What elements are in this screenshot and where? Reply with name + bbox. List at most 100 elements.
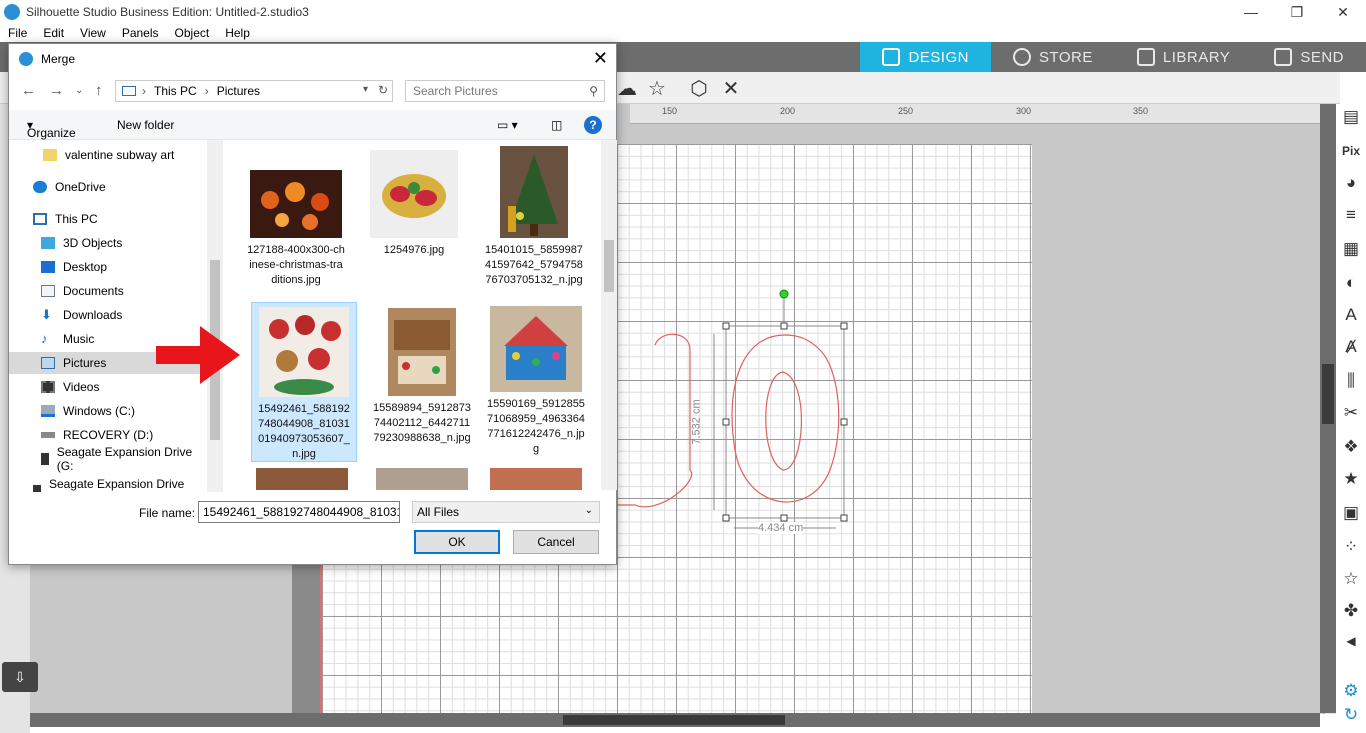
download-icon: ⬇: [41, 307, 52, 322]
chevron-down-icon: ⌄: [584, 505, 593, 516]
cube-icon: [41, 237, 55, 249]
address-row: ← → ⌄ ↑ › This PC › Pictures ▾ ↻ Search …: [9, 76, 616, 106]
file-item[interactable]: [369, 468, 475, 490]
search-input[interactable]: Search Pictures ⚲: [405, 80, 605, 102]
library-panel-toggle[interactable]: ⇩: [2, 662, 38, 692]
file-type-select[interactable]: All Files ⌄: [412, 501, 600, 523]
favorite-star-icon[interactable]: ★: [1340, 468, 1362, 490]
cancel-button[interactable]: Cancel: [513, 530, 599, 554]
computer-icon: [122, 86, 136, 96]
trace-icon[interactable]: ▣: [1340, 502, 1362, 524]
drive-icon: [41, 405, 55, 417]
thumbnail-lanterns: [250, 170, 342, 238]
page-setup-icon[interactable]: ▤: [1340, 106, 1362, 128]
up-arrow-icon[interactable]: ↑: [95, 82, 103, 99]
nav-item-desktop[interactable]: Desktop: [9, 256, 207, 278]
right-panel-toolbar: ▤ Pix ◕ ≡ ▦ ◐ A Ⱥ ⫼ ✂ ❖ ★ ▣ ⁘ ☆ ✤ ◀ ⚙ ↻: [1336, 104, 1366, 733]
star-outline-icon[interactable]: ☆: [1340, 568, 1362, 590]
nav-pane-scrollbar[interactable]: [207, 140, 223, 492]
search-icon: ⚲: [589, 84, 598, 98]
file-name-row: File name: 15492461_588192748044908_8103…: [9, 498, 616, 528]
breadcrumb-this-pc[interactable]: This PC: [154, 84, 197, 98]
scroll-thumb[interactable]: [1322, 364, 1334, 424]
thumbnail-ornament: [370, 150, 458, 238]
nav-item-3d-objects[interactable]: 3D Objects: [9, 232, 207, 254]
file-item[interactable]: 15590169_591285571068959_496336477161224…: [483, 302, 589, 462]
nav-item-downloads[interactable]: ⬇ Downloads: [9, 304, 207, 326]
letter-o-inner: [765, 371, 802, 471]
file-item[interactable]: 127188-400x300-chinese-christmas-traditi…: [243, 144, 349, 304]
refresh-icon[interactable]: ↻: [378, 83, 388, 97]
nav-item-onedrive[interactable]: OneDrive: [9, 176, 207, 198]
close-icon[interactable]: ✕: [593, 48, 608, 69]
file-item[interactable]: [249, 468, 355, 490]
address-bar[interactable]: › This PC › Pictures ▾ ↻: [115, 80, 393, 102]
file-item[interactable]: 15401015_585998741597642_579475876703705…: [481, 144, 587, 304]
letter-o-outline: [731, 334, 840, 503]
text-style-icon[interactable]: Ⱥ: [1340, 336, 1362, 358]
height-dimension-label: 7.532 cm: [690, 399, 703, 445]
pixscan-icon[interactable]: Pix: [1340, 140, 1362, 162]
drive-icon: [41, 432, 55, 438]
breadcrumb-pictures[interactable]: Pictures: [217, 84, 260, 98]
dialog-title-bar: Merge ✕: [9, 44, 616, 74]
line-style-icon[interactable]: ≡: [1340, 204, 1362, 226]
chevron-down-icon[interactable]: ▾: [363, 84, 368, 95]
thumbnail-partial: [376, 468, 468, 490]
vertical-scrollbar[interactable]: [1320, 104, 1336, 713]
music-icon: ♪: [41, 331, 48, 346]
nav-item-this-pc[interactable]: This PC: [9, 208, 207, 230]
file-item[interactable]: [483, 468, 589, 490]
file-list: 127188-400x300-chinese-christmas-traditi…: [229, 140, 601, 490]
new-folder-button[interactable]: New folder: [117, 118, 174, 132]
sync-icon[interactable]: ↻: [1340, 704, 1362, 726]
fill-pattern-icon[interactable]: ▦: [1340, 238, 1362, 260]
selection-box: [725, 325, 845, 519]
thumbnail-gingerbread: [388, 308, 456, 396]
recent-chevron-icon[interactable]: ⌄: [75, 85, 83, 96]
dialog-title: Merge: [41, 52, 76, 66]
file-list-scrollbar[interactable]: [601, 140, 617, 490]
ok-button[interactable]: OK: [414, 530, 500, 554]
rotate-handle: [779, 289, 789, 299]
text-icon[interactable]: A: [1340, 304, 1362, 326]
transform-icon[interactable]: ✂: [1340, 402, 1362, 424]
thumbnail-partial: [256, 468, 348, 490]
width-dimension-label: 4.434 cm: [758, 522, 804, 534]
thumbnail-candy-house: [490, 306, 582, 392]
red-arrow-icon: [156, 326, 240, 384]
nav-item-valentine[interactable]: valentine subway art: [9, 144, 207, 166]
sketch-icon[interactable]: ⁘: [1340, 536, 1362, 558]
file-item-selected[interactable]: 15492461_588192748044908_810310194097305…: [251, 302, 357, 462]
contrast-icon[interactable]: ◐: [1340, 272, 1362, 294]
silhouette-icon: [19, 52, 33, 66]
preview-pane-icon[interactable]: ◫: [551, 118, 562, 132]
nav-item-recovery-d[interactable]: RECOVERY (D:): [9, 424, 207, 446]
file-name: 15401015_585998741597642_579475876703705…: [485, 244, 583, 286]
scroll-thumb[interactable]: [604, 240, 614, 292]
nav-item-windows-c[interactable]: Windows (C:): [9, 400, 207, 422]
help-icon[interactable]: ?: [584, 116, 602, 134]
nav-item-documents[interactable]: Documents: [9, 280, 207, 302]
align-icon[interactable]: ⫼: [1340, 370, 1362, 392]
puzzle-icon[interactable]: ✤: [1340, 600, 1362, 622]
document-icon: [41, 285, 55, 297]
horizontal-scrollbar[interactable]: [30, 713, 1320, 727]
file-name-field[interactable]: 15492461_588192748044908_810310194097305…: [198, 501, 400, 523]
offset-icon[interactable]: ❖: [1340, 436, 1362, 458]
organize-button[interactable]: Organize ▾: [27, 118, 76, 140]
view-options-icon[interactable]: ▭ ▾: [497, 118, 518, 132]
forward-arrow-icon[interactable]: →: [49, 82, 64, 99]
collapse-arrow-icon[interactable]: ◀: [1340, 630, 1362, 652]
drive-icon: [41, 453, 49, 465]
file-item[interactable]: 15589894_591287374402112_644271179230988…: [369, 302, 475, 462]
thumbnail-christmas-tree: [500, 146, 568, 238]
palette-icon[interactable]: ◕: [1340, 172, 1362, 194]
file-item[interactable]: 1254976.jpg: [361, 144, 467, 304]
nav-item-seagate-g[interactable]: Seagate Expansion Drive (G:: [9, 445, 207, 473]
scroll-thumb[interactable]: [563, 715, 785, 725]
nav-item-seagate-g-root[interactable]: Seagate Expansion Drive (G:): [9, 477, 207, 492]
gear-icon[interactable]: ⚙: [1340, 680, 1362, 702]
back-arrow-icon[interactable]: ←: [21, 82, 36, 99]
folder-icon: [43, 149, 57, 161]
